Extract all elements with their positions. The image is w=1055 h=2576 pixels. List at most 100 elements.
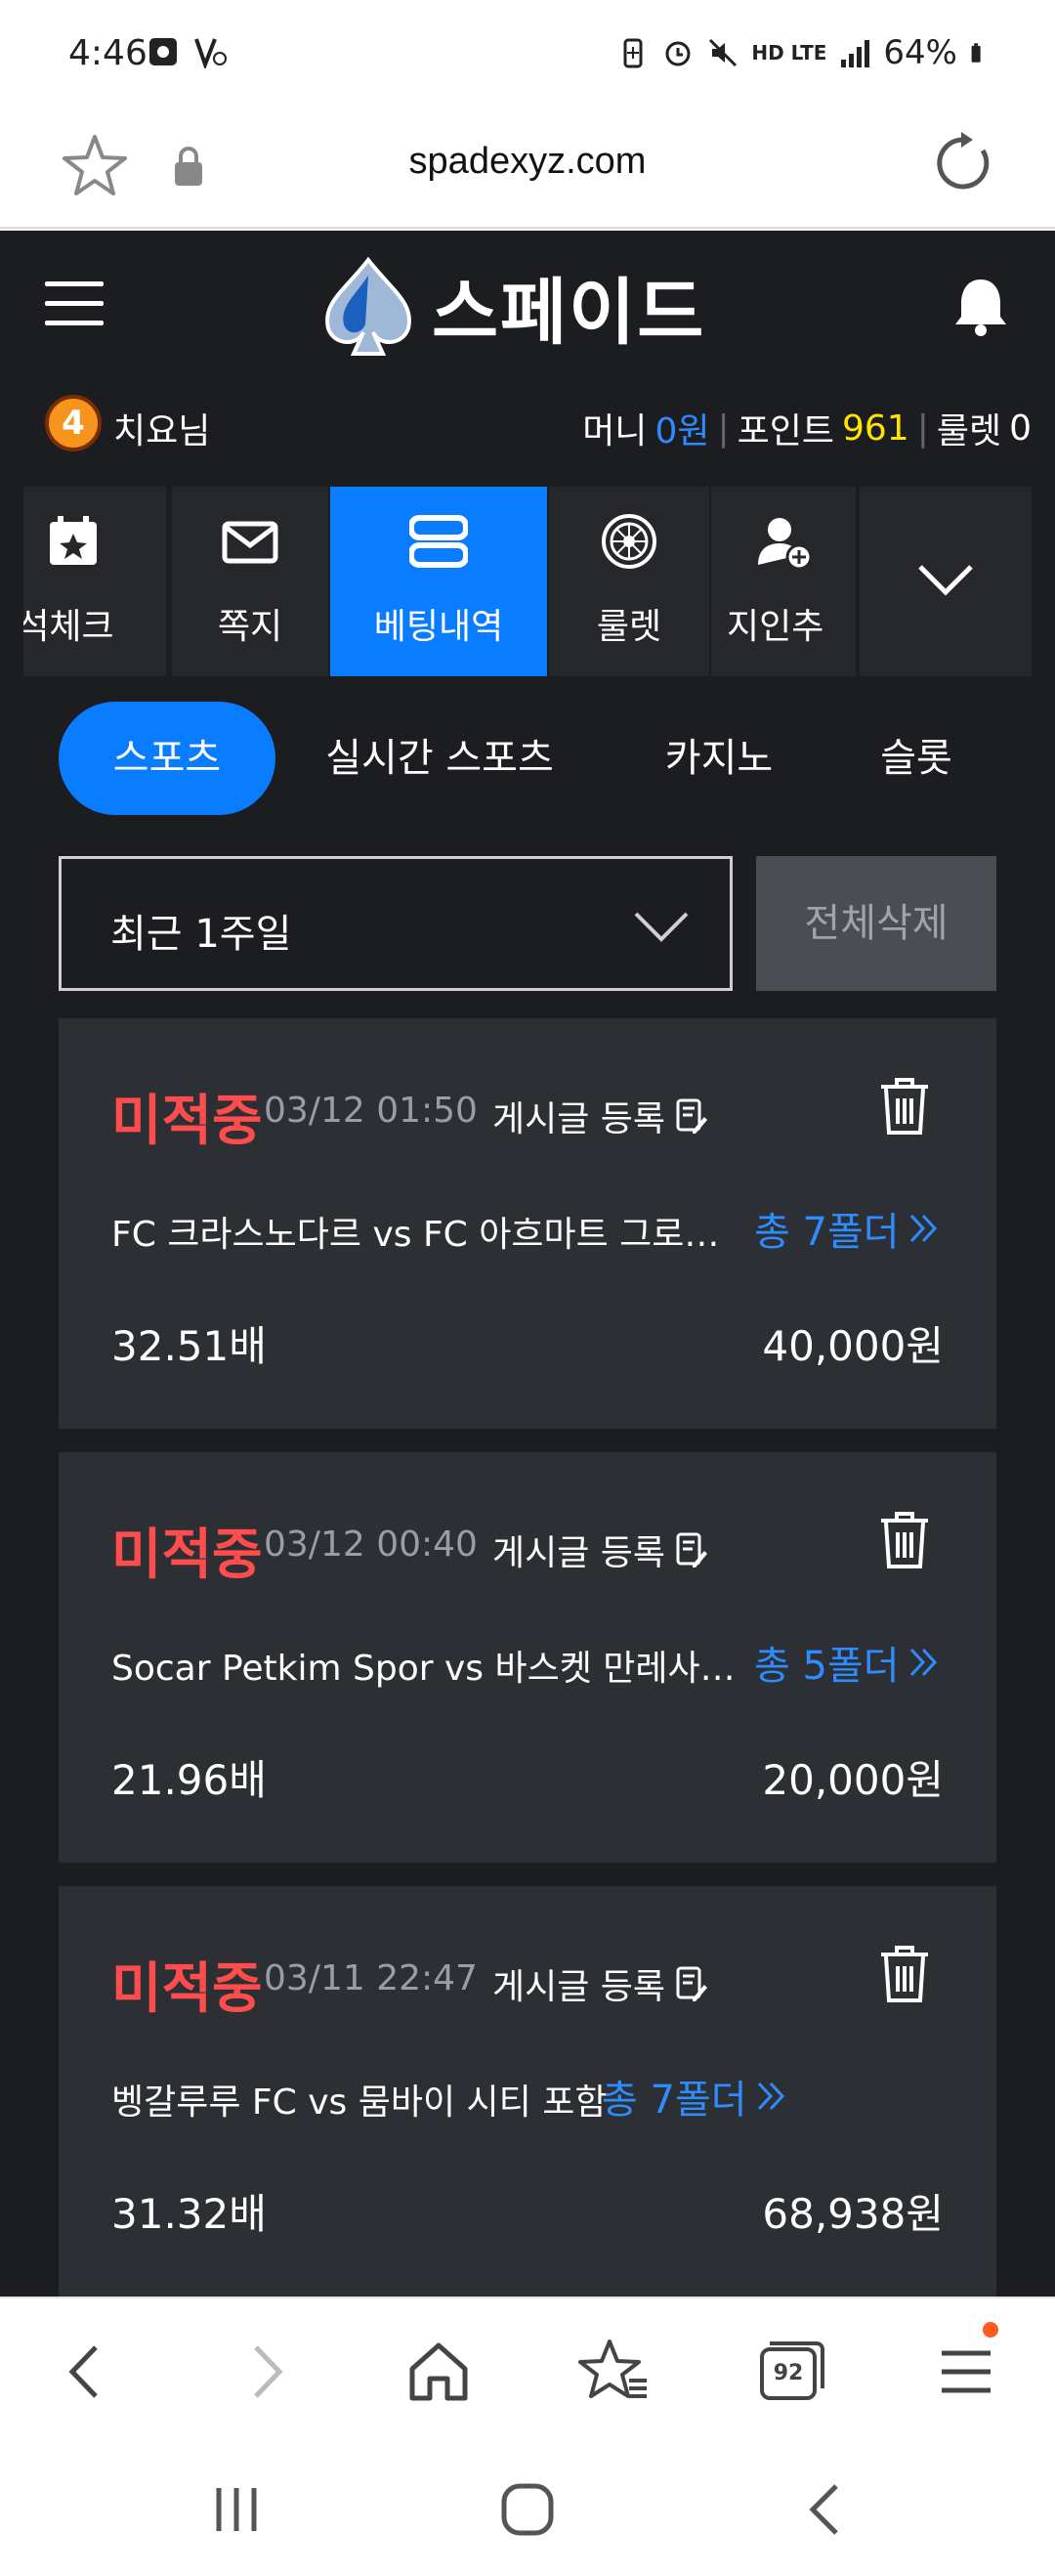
quick-menu-bet-history[interactable]: 베팅내역 [330, 487, 547, 676]
add-friend-icon [758, 518, 813, 571]
mail-icon [222, 521, 278, 564]
money-label: 머니 [582, 411, 648, 451]
bet-folder-link[interactable]: 총 5폴더 [754, 1634, 941, 1691]
double-chevron-right-icon [757, 2082, 784, 2111]
tab-count: 92 [773, 2361, 804, 2385]
post-register-label: 게시글 등록 [492, 1967, 666, 2007]
url-field[interactable]: spadexyz.com [0, 141, 1055, 183]
back-icon[interactable] [51, 2336, 123, 2408]
bet-odds: 31.32배 [111, 2190, 267, 2238]
bet-folder-link[interactable]: 총 7폴더 [754, 1200, 941, 1257]
system-nav-bar [0, 2443, 1055, 2576]
battery-saver-icon [623, 38, 643, 68]
signal-icon [841, 40, 870, 67]
quick-menu-referral[interactable]: 지인추 [711, 487, 856, 676]
edit-document-icon [676, 1098, 708, 1134]
alarm-icon [665, 41, 691, 66]
point-value: 961 [841, 408, 909, 449]
browser-menu-icon[interactable] [930, 2336, 1002, 2408]
tab-live-sports[interactable]: 실시간 스포츠 [303, 702, 576, 815]
bet-match: FC 크라스노다르 vs FC 아흐마트 그로즈… [111, 1215, 737, 1255]
battery-icon [971, 43, 981, 63]
tab-sports[interactable]: 스포츠 [59, 702, 275, 815]
bet-date: 03/11 22:47 [264, 1958, 478, 1998]
trash-icon[interactable] [877, 1943, 932, 2005]
browser-bottom-nav: 92 [0, 2297, 1055, 2443]
reload-icon[interactable] [932, 131, 996, 195]
quick-menu-messages[interactable]: 쪽지 [172, 487, 328, 676]
bookmarks-icon[interactable] [578, 2336, 651, 2408]
trash-icon[interactable] [877, 1509, 932, 1571]
status-left-icons [147, 35, 227, 68]
quick-menu-label: 지인추 [727, 607, 824, 647]
bet-card[interactable]: 미적중 03/12 00:40 게시글 등록 Socar Petkim Spor… [59, 1452, 996, 1863]
divider: | [717, 408, 730, 449]
screen-record-icon [149, 38, 177, 65]
post-register-button[interactable]: 게시글 등록 [492, 1091, 708, 1141]
quick-menu-roulette[interactable]: 룰렛 [549, 487, 709, 676]
chevron-down-icon [918, 565, 973, 596]
bet-folder-link[interactable]: 총 7폴더 [602, 2068, 788, 2125]
edit-document-icon [676, 1966, 708, 2001]
roulette-icon [602, 514, 656, 569]
username[interactable]: 치요님 [113, 403, 210, 453]
notification-dot [983, 2322, 998, 2338]
post-register-button[interactable]: 게시글 등록 [492, 1958, 708, 2009]
status-time: 4:46 [68, 33, 148, 73]
status-right: HD LTE 64% [616, 33, 991, 72]
trash-icon[interactable] [877, 1075, 932, 1138]
tab-slot[interactable]: 슬롯 [850, 702, 983, 815]
bet-card[interactable]: 미적중 03/12 01:50 게시글 등록 FC 크라스노다르 vs FC 아… [59, 1018, 996, 1429]
site-content: 스페이드 4 치요님 머니 0원 | 포인트 961 | 룰렛 0 석체크 쪽지… [0, 231, 1055, 2297]
bet-date: 03/12 00:40 [264, 1524, 478, 1565]
post-register-button[interactable]: 게시글 등록 [492, 1524, 708, 1575]
period-select-value: 최근 1주일 [110, 912, 292, 957]
roulette-value: 0 [1009, 408, 1032, 449]
recent-apps-icon[interactable] [205, 2478, 268, 2541]
post-register-label: 게시글 등록 [492, 1099, 666, 1139]
filter-row: 최근 1주일 전체삭제 [0, 856, 1055, 993]
battery-percent: 64% [883, 33, 957, 72]
bell-icon[interactable] [951, 276, 1010, 338]
edit-document-icon [676, 1532, 708, 1567]
home-icon[interactable] [402, 2336, 475, 2408]
network-label: HD LTE [751, 41, 827, 64]
quick-menu-label: 베팅내역 [373, 607, 504, 647]
quick-menu-attendance[interactable]: 석체크 [23, 487, 166, 676]
quick-menu-expand[interactable] [860, 487, 1032, 676]
bet-match: 벵갈루루 FC vs 뭄바이 시티 포함 [111, 2082, 608, 2123]
bet-folder-label: 총 5폴더 [754, 1644, 900, 1689]
site-header: 스페이드 [0, 231, 1055, 379]
quick-menu-label: 룰렛 [596, 607, 662, 647]
bet-match: Socar Petkim Spor vs 바스켓 만레사 … [111, 1649, 737, 1689]
bet-status: 미적중 [111, 1957, 263, 2021]
double-chevron-right-icon [909, 1214, 937, 1243]
user-info-row: 4 치요님 머니 0원 | 포인트 961 | 룰렛 0 [0, 379, 1055, 467]
tabs-button[interactable]: 92 [754, 2336, 826, 2408]
site-logo[interactable]: 스페이드 [315, 252, 705, 360]
delete-all-button[interactable]: 전체삭제 [756, 856, 996, 991]
chevron-down-icon [634, 912, 689, 942]
v-notification-icon [194, 38, 227, 68]
game-tabs: 스포츠 실시간 스포츠 카지노 슬롯 [0, 702, 1055, 819]
bet-card[interactable]: 미적중 03/11 22:47 게시글 등록 벵갈루루 FC vs 뭄바이 시티… [59, 1886, 996, 2297]
bet-folder-label: 총 7폴더 [754, 1210, 900, 1255]
spade-logo-icon [325, 256, 411, 356]
period-select[interactable]: 최근 1주일 [59, 856, 733, 991]
forward-icon[interactable] [229, 2336, 301, 2408]
quick-menu: 석체크 쪽지 베팅내역 룰렛 지인추 [0, 487, 1055, 676]
tab-casino[interactable]: 카지노 [625, 702, 813, 815]
bet-status: 미적중 [111, 1090, 263, 1153]
home-button-icon[interactable] [496, 2478, 559, 2541]
bet-odds: 21.96배 [111, 1756, 267, 1804]
bet-amount: 68,938원 [762, 2190, 944, 2238]
menu-icon[interactable] [45, 281, 104, 326]
bet-history-icon [409, 515, 468, 568]
system-back-icon[interactable] [795, 2478, 858, 2541]
status-bar: 4:46 HD LTE 64% [0, 0, 1055, 107]
level-badge: 4 [45, 395, 102, 451]
calendar-star-icon [50, 516, 97, 565]
money-value: 0원 [654, 411, 710, 451]
wallet-summary: 머니 0원 | 포인트 961 | 룰렛 0 [582, 403, 1032, 453]
bet-odds: 32.51배 [111, 1322, 267, 1370]
